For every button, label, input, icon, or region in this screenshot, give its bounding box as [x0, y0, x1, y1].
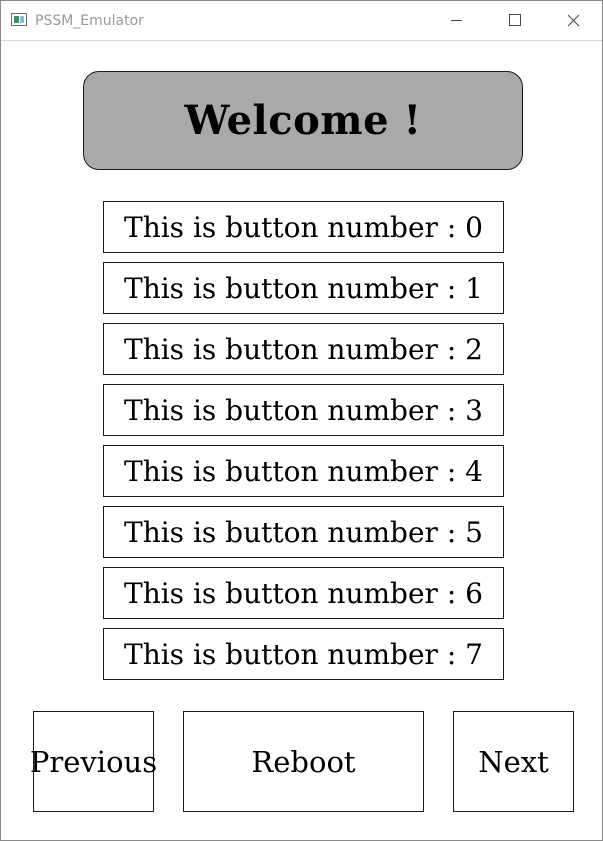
numbered-button-1[interactable]: This is button number : 1 — [103, 262, 504, 314]
numbered-button-5[interactable]: This is button number : 5 — [103, 506, 504, 558]
previous-button[interactable]: Previous — [30, 711, 157, 812]
title-bar[interactable]: PSSM_Emulator — [1, 1, 602, 41]
minimize-icon — [451, 20, 462, 21]
welcome-text: Welcome ! — [184, 97, 422, 144]
window-title: PSSM_Emulator — [35, 13, 144, 29]
close-button[interactable] — [544, 1, 602, 40]
minimize-button[interactable] — [428, 1, 486, 40]
numbered-button-4[interactable]: This is button number : 4 — [103, 445, 504, 497]
close-icon — [567, 14, 580, 27]
numbered-button-3[interactable]: This is button number : 3 — [103, 384, 504, 436]
numbered-button-2[interactable]: This is button number : 2 — [103, 323, 504, 375]
maximize-icon — [509, 14, 521, 26]
next-button[interactable]: Next — [453, 711, 574, 812]
app-window-icon — [11, 13, 27, 26]
numbered-button-0[interactable]: This is button number : 0 — [103, 201, 504, 253]
maximize-button[interactable] — [486, 1, 544, 40]
reboot-button[interactable]: Reboot — [183, 711, 424, 812]
app-window: PSSM_Emulator Welcome ! This is button n… — [0, 0, 603, 841]
welcome-banner: Welcome ! — [83, 71, 523, 170]
numbered-button-6[interactable]: This is button number : 6 — [103, 567, 504, 619]
numbered-button-7[interactable]: This is button number : 7 — [103, 628, 504, 680]
